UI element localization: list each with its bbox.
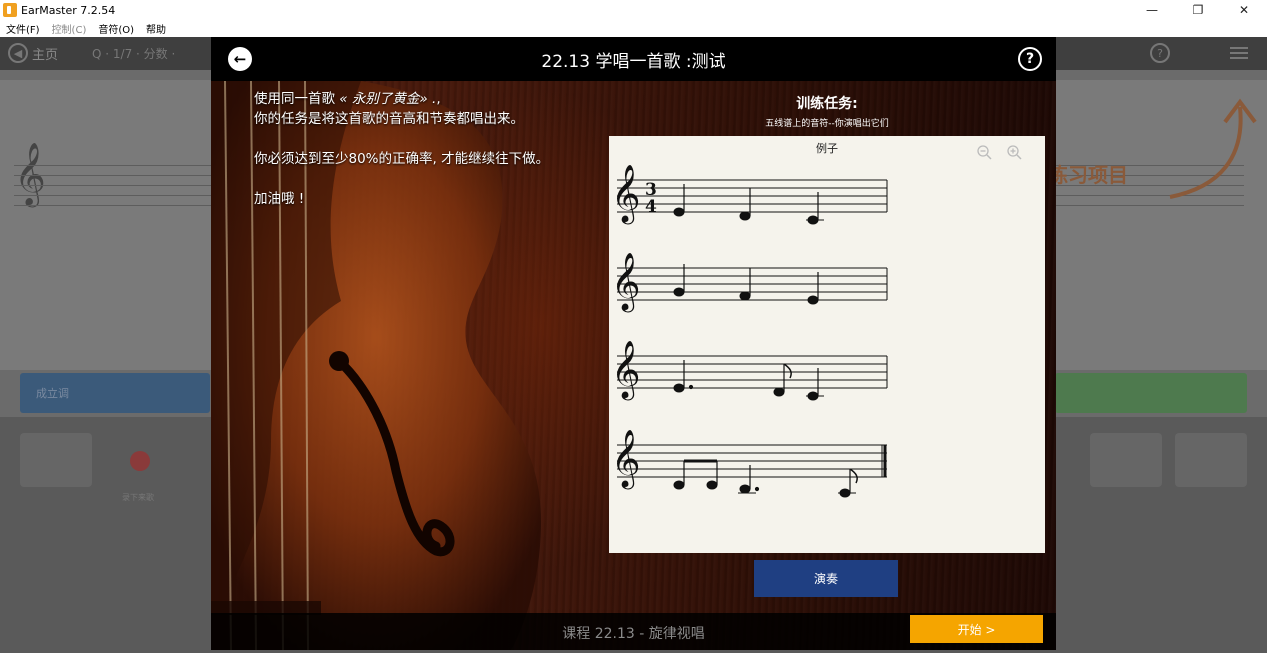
- instruction-paragraph-1: 使用同一首歌 « 永别了黄金» ., 你的任务是将这首歌的音高和节奏都唱出来。: [254, 89, 584, 129]
- menu-bar: 文件(F) 控制(C) 音符(O) 帮助: [0, 20, 1267, 37]
- background-tile-listen: [1090, 433, 1162, 487]
- lesson-dialog: ← 22.13 学唱一首歌 :测试 ? 使用同一首歌 « 永别了黄金» ., 你…: [211, 37, 1056, 650]
- staff-4-notes: [673, 459, 858, 498]
- score-notation: 𝄞 𝄞 𝄞 𝄞 3 4: [611, 164, 888, 498]
- task-subtitle: 五线谱上的音符--你演唱出它们: [765, 119, 889, 129]
- menu-notes[interactable]: 音符(O): [98, 21, 134, 36]
- background-blue-panel-label: 成立调: [36, 387, 69, 400]
- dialog-title: 22.13 学唱一首歌 :测试: [541, 51, 726, 72]
- restore-button[interactable]: ❐: [1175, 0, 1221, 20]
- staff-1: [617, 179, 888, 213]
- treble-clef-icon: 𝄞: [611, 164, 641, 225]
- home-back-icon: ◀: [8, 43, 28, 63]
- song-title: « 永别了黄金» .: [339, 91, 437, 107]
- instruction-line2: 你的任务是将这首歌的音高和节奏都唱出来。: [254, 111, 524, 127]
- task-title: 训练任务:: [796, 96, 858, 112]
- background-home-label: 主页: [32, 47, 59, 63]
- background-score: Q · 1/7 · 分数 ·: [92, 47, 176, 61]
- treble-clef-icon: 𝄞: [611, 429, 641, 490]
- background-green-panel: [1055, 373, 1247, 413]
- staff-3: [617, 355, 888, 389]
- background-arrow-icon: [1169, 98, 1257, 199]
- dialog-header: ← 22.13 学唱一首歌 :测试 ?: [211, 37, 1056, 81]
- window-controls: — ❐ ✕: [1129, 0, 1267, 20]
- background-tile-hint: [1175, 433, 1247, 487]
- back-arrow-icon[interactable]: ←: [228, 47, 252, 71]
- menu-file[interactable]: 文件(F): [6, 21, 40, 36]
- background-menu-icon: [1230, 47, 1248, 59]
- menu-control[interactable]: 控制(C): [52, 21, 87, 36]
- zoom-out-icon[interactable]: [976, 144, 992, 160]
- instruction-line1-suffix: ,: [436, 91, 441, 107]
- minimize-button[interactable]: —: [1129, 0, 1175, 20]
- start-button[interactable]: 开始 >: [910, 615, 1043, 643]
- background-home: ◀ 主页: [8, 43, 58, 63]
- instruction-line1-prefix: 使用同一首歌: [254, 91, 335, 107]
- instruction-line3: 你必须达到至少80%的正确率, 才能继续往下做。: [254, 151, 550, 167]
- background-tile-label: 录下来歌: [122, 493, 154, 502]
- instruction-line4: 加油哦 !: [254, 191, 305, 207]
- zoom-in-icon[interactable]: [1006, 144, 1022, 160]
- background-record-icon: [130, 451, 150, 471]
- menu-help[interactable]: 帮助: [146, 21, 166, 36]
- staff-2: [617, 267, 888, 301]
- play-button[interactable]: 演奏: [754, 560, 898, 597]
- window-titlebar: EarMaster 7.2.54 — ❐ ✕: [0, 0, 1267, 20]
- background-practice-label: 练习项目: [1048, 163, 1128, 187]
- treble-clef-icon: 𝄞: [611, 340, 641, 401]
- staff-4: [617, 444, 887, 478]
- time-signature-bottom: 4: [645, 197, 657, 217]
- window-title: EarMaster 7.2.54: [21, 3, 116, 17]
- close-button[interactable]: ✕: [1221, 0, 1267, 20]
- sheet-music-panel: 𝄞 𝄞 𝄞 𝄞 3 4 例子: [609, 136, 1045, 553]
- app-icon: [3, 3, 17, 17]
- treble-clef-icon: 𝄞: [611, 252, 641, 313]
- help-icon[interactable]: ?: [1018, 47, 1042, 71]
- background-help-icon: ?: [1150, 43, 1170, 63]
- instructions: 使用同一首歌 « 永别了黄金» ., 你的任务是将这首歌的音高和节奏都唱出来。 …: [254, 89, 584, 229]
- background-tile-play: [20, 433, 92, 487]
